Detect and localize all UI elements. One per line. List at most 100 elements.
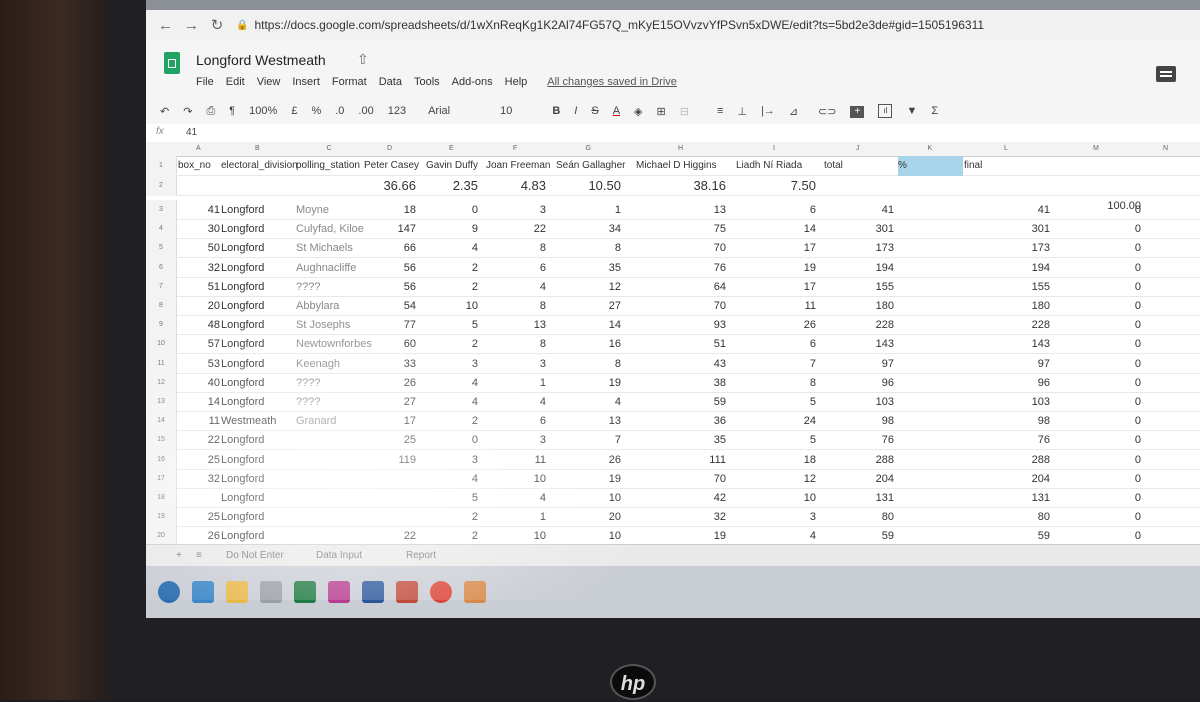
media-player-icon[interactable]	[260, 581, 282, 603]
formula-input[interactable]: 41	[186, 127, 197, 138]
table-cell[interactable]: 38	[636, 373, 726, 393]
table-cell[interactable]: 98	[824, 411, 894, 431]
table-cell[interactable]: 22	[364, 526, 416, 544]
doc-title[interactable]: Longford Westmeath	[196, 52, 326, 68]
table-cell[interactable]: 0	[1051, 258, 1141, 278]
table-cell[interactable]: 5	[736, 392, 816, 412]
table-cell[interactable]: 0	[1051, 411, 1141, 431]
table-cell[interactable]: 76	[964, 430, 1050, 450]
strikethrough-button[interactable]: S	[591, 105, 598, 117]
table-cell[interactable]: Longford	[221, 277, 295, 297]
row-number[interactable]: 6	[146, 257, 177, 278]
column-header-j[interactable]: J	[856, 145, 860, 152]
row-number[interactable]: 2	[146, 176, 177, 196]
table-cell[interactable]: Longford	[221, 392, 295, 412]
row-number[interactable]: 10	[146, 334, 177, 355]
sheet-tab-do-not-enter[interactable]: Do Not Enter	[226, 550, 284, 561]
table-cell[interactable]: 48	[178, 315, 220, 335]
table-cell[interactable]: Longford	[221, 200, 295, 220]
folder-icon[interactable]	[464, 581, 486, 603]
row-number[interactable]: 18	[146, 488, 177, 508]
table-cell[interactable]: Culyfad, Kiloe	[296, 219, 364, 239]
table-cell[interactable]: 5	[736, 430, 816, 450]
horizontal-align-icon[interactable]: ≡	[717, 105, 723, 117]
table-cell[interactable]: 10	[486, 469, 546, 489]
table-cell[interactable]: ????	[296, 277, 363, 297]
row-number[interactable]: 19	[146, 507, 177, 528]
table-cell[interactable]: Granard	[296, 411, 363, 431]
table-cell[interactable]: 96	[824, 373, 894, 393]
column-header-m[interactable]: M	[1093, 145, 1099, 152]
table-cell[interactable]: 14	[178, 392, 220, 412]
candidate-percentage[interactable]: 38.16	[636, 176, 726, 196]
table-cell[interactable]: 59	[824, 526, 894, 544]
table-cell[interactable]: 9	[426, 219, 478, 239]
table-cell[interactable]: 0	[1051, 469, 1141, 489]
table-cell[interactable]: 80	[824, 507, 894, 527]
table-cell[interactable]: 33	[364, 354, 416, 374]
column-title[interactable]: Peter Casey	[364, 156, 419, 176]
table-cell[interactable]: 4	[426, 238, 478, 258]
candidate-percentage[interactable]: 36.66	[364, 176, 416, 196]
table-cell[interactable]: 18	[364, 200, 416, 220]
table-cell[interactable]: 57	[178, 334, 220, 354]
table-cell[interactable]: 53	[178, 354, 220, 374]
column-header-d[interactable]: D	[387, 145, 392, 152]
table-cell[interactable]: 70	[636, 469, 726, 489]
italic-button[interactable]: I	[574, 105, 577, 117]
table-cell[interactable]: Abbylara	[296, 296, 363, 316]
onenote-icon[interactable]	[328, 581, 350, 603]
table-cell[interactable]: 8	[486, 334, 546, 354]
table-cell[interactable]: 103	[824, 392, 894, 412]
candidate-percentage[interactable]: 7.50	[736, 176, 816, 196]
bold-button[interactable]: B	[552, 105, 560, 117]
decrease-decimal-button[interactable]: .0	[335, 105, 344, 117]
table-cell[interactable]: Newtownforbes	[296, 334, 372, 354]
menu-addons[interactable]: Add-ons	[452, 76, 493, 88]
row-number[interactable]: 11	[146, 353, 177, 374]
table-cell[interactable]: 30	[178, 219, 220, 239]
table-cell[interactable]: 131	[824, 488, 894, 508]
column-header-a[interactable]: A	[196, 145, 201, 152]
table-cell[interactable]: 75	[636, 219, 726, 239]
row-number[interactable]: 13	[146, 392, 177, 412]
row-number[interactable]: 1	[146, 156, 177, 176]
table-cell[interactable]: 18	[736, 450, 816, 470]
table-cell[interactable]: 2	[426, 258, 478, 278]
undo-icon[interactable]: ↶	[160, 105, 169, 118]
table-cell[interactable]: 0	[1051, 277, 1141, 297]
table-cell[interactable]: 0	[426, 430, 478, 450]
table-cell[interactable]: 228	[824, 315, 894, 335]
table-cell[interactable]: 97	[824, 354, 894, 374]
add-sheet-icon[interactable]: +	[176, 550, 182, 561]
row-number[interactable]: 9	[146, 315, 177, 336]
row-number[interactable]: 3	[146, 200, 177, 220]
table-cell[interactable]: 26	[364, 373, 416, 393]
row-number[interactable]: 12	[146, 372, 177, 393]
increase-decimal-button[interactable]: .00	[358, 105, 373, 117]
table-cell[interactable]: 111	[636, 450, 726, 470]
comments-icon[interactable]	[1156, 66, 1176, 82]
candidate-percentage[interactable]: 2.35	[426, 176, 478, 196]
table-cell[interactable]: 2	[426, 411, 478, 431]
table-cell[interactable]: Longford	[221, 488, 295, 508]
table-cell[interactable]: 14	[556, 315, 621, 335]
table-cell[interactable]: Moyne	[296, 200, 363, 220]
font-select[interactable]: Arial	[428, 105, 450, 117]
percent-format-button[interactable]: %	[311, 105, 321, 117]
spreadsheet-grid[interactable]: ABCDEFGHIJKLMN 1 box_no electoral_division…	[146, 142, 1200, 544]
row-number[interactable]: 7	[146, 276, 177, 297]
table-cell[interactable]: Aughnacliffe	[296, 258, 363, 278]
table-cell[interactable]: 10	[426, 296, 478, 316]
text-color-button[interactable]: A	[613, 105, 620, 117]
table-cell[interactable]: 59	[636, 392, 726, 412]
table-cell[interactable]: 301	[824, 219, 894, 239]
table-cell[interactable]: Longford	[221, 354, 295, 374]
table-cell[interactable]: 7	[736, 354, 816, 374]
column-header-l[interactable]: L	[1004, 145, 1008, 152]
table-cell[interactable]: 13	[636, 200, 726, 220]
table-cell[interactable]: 20	[556, 507, 621, 527]
table-cell[interactable]: 4	[426, 373, 478, 393]
table-cell[interactable]: 3	[486, 200, 546, 220]
menu-data[interactable]: Data	[379, 76, 402, 88]
